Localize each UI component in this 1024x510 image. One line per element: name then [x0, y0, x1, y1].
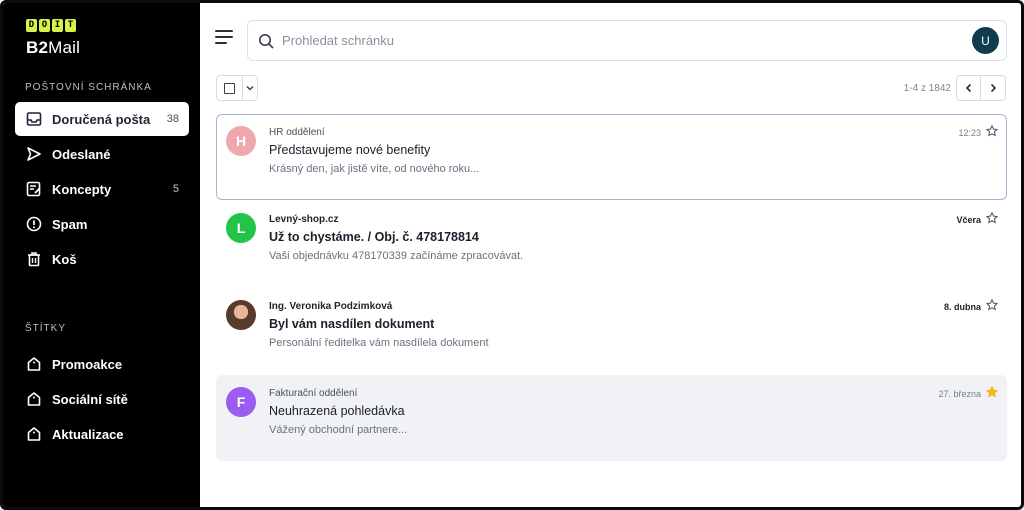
- labels-section-title: ŠTÍTKY: [25, 323, 67, 334]
- app-name-bold: B2: [26, 38, 49, 57]
- pagination-info: 1-4 z 1842: [903, 83, 951, 94]
- prev-page-button[interactable]: [957, 76, 981, 100]
- mail-subject: Byl vám nasdílen dokument: [269, 317, 435, 331]
- mail-subject: Neuhrazená pohledávka: [269, 404, 405, 418]
- pagination-controls: [956, 75, 1006, 101]
- hamburger-menu-icon[interactable]: [215, 30, 233, 46]
- star-icon[interactable]: [986, 299, 998, 311]
- brand-logo-badge: D O I T: [26, 19, 200, 32]
- mail-sender: Fakturační oddělení: [269, 388, 358, 399]
- app-name: B2Mail: [26, 38, 200, 58]
- user-avatar[interactable]: U: [972, 27, 999, 54]
- mail-item[interactable]: H HR oddělení Představujeme nové benefit…: [216, 114, 1007, 200]
- next-page-button[interactable]: [981, 76, 1005, 100]
- mail-subject: Už to chystáme. / Obj. č. 478178814: [269, 230, 479, 244]
- sidebar-item-drafts[interactable]: Koncepty 5: [15, 172, 189, 206]
- draft-icon: [25, 180, 43, 198]
- logo-letter: O: [39, 19, 50, 32]
- sender-avatar: L: [226, 213, 256, 243]
- labels-nav: Promoakce Sociální sítě Aktualizace: [3, 347, 200, 452]
- sidebar-label-text: Aktualizace: [52, 426, 124, 442]
- mail-sender: Ing. Veronika Podzimková: [269, 301, 393, 312]
- spam-icon: [25, 215, 43, 233]
- chevron-right-icon: [990, 83, 997, 93]
- main-content: U 1-4 z 1842 H HR oddělení Představujeme…: [200, 3, 1021, 507]
- sender-avatar: H: [226, 126, 256, 156]
- chevron-down-icon[interactable]: [243, 83, 257, 93]
- sidebar-item-inbox[interactable]: Doručená pošta 38: [15, 102, 189, 136]
- inbox-icon: [25, 110, 43, 128]
- mail-sender: HR oddělení: [269, 127, 325, 138]
- chevron-left-icon: [965, 83, 971, 93]
- tag-icon: [25, 355, 43, 373]
- mail-preview: Personální ředitelka vám nasdílela dokum…: [269, 337, 489, 349]
- sender-avatar: F: [226, 387, 256, 417]
- logo-letter: I: [52, 19, 63, 32]
- sidebar-label-promo[interactable]: Promoakce: [15, 347, 189, 381]
- mail-item[interactable]: Ing. Veronika Podzimková Byl vám nasdíle…: [216, 288, 1007, 374]
- mail-preview: Krásný den, jak jistě víte, od nového ro…: [269, 163, 480, 175]
- logo-letter: T: [65, 19, 76, 32]
- logo-letter: D: [26, 19, 37, 32]
- sidebar-label-text: Sociální sítě: [52, 391, 128, 407]
- mail-time: Včera: [956, 215, 981, 225]
- sidebar-item-label: Koš: [52, 251, 77, 267]
- app-window: D O I T B2Mail POŠTOVNÍ SCHRÁNKA Doručen…: [0, 0, 1024, 510]
- sidebar-item-label: Spam: [52, 216, 88, 232]
- search-input[interactable]: [282, 33, 972, 48]
- sidebar-item-sent[interactable]: Odeslané: [15, 137, 189, 171]
- sidebar-label-updates[interactable]: Aktualizace: [15, 417, 189, 451]
- star-icon[interactable]: [986, 212, 998, 224]
- star-filled-icon[interactable]: [986, 386, 998, 398]
- mail-sender: Levný-shop.cz: [269, 214, 339, 225]
- sidebar-label-text: Promoakce: [52, 356, 123, 372]
- sidebar-item-trash[interactable]: Koš: [15, 242, 189, 276]
- sidebar-item-label: Doručená pošta: [52, 111, 151, 127]
- tag-icon: [25, 425, 43, 443]
- star-icon[interactable]: [986, 125, 998, 137]
- send-icon: [25, 145, 43, 163]
- trash-icon: [25, 250, 43, 268]
- mail-list: H HR oddělení Představujeme nové benefit…: [216, 114, 1007, 462]
- sidebar-item-spam[interactable]: Spam: [15, 207, 189, 241]
- search-bar: U: [247, 20, 1007, 61]
- sidebar: D O I T B2Mail POŠTOVNÍ SCHRÁNKA Doručen…: [3, 3, 200, 507]
- search-icon: [259, 33, 274, 48]
- mailbox-nav: Doručená pošta 38 Odeslané Koncepty 5 Sp…: [3, 102, 200, 276]
- sidebar-item-label: Koncepty: [52, 181, 112, 197]
- sender-avatar-photo: [226, 300, 256, 330]
- sidebar-label-social[interactable]: Sociální sítě: [15, 382, 189, 416]
- unread-count: 38: [166, 113, 179, 125]
- app-name-light: Mail: [48, 38, 81, 57]
- mail-preview: Vaši objednávku 478170339 začínáme zprac…: [269, 250, 524, 262]
- mail-time: 27. března: [938, 389, 981, 399]
- sidebar-item-label: Odeslané: [52, 146, 111, 162]
- mail-item[interactable]: F Fakturační oddělení Neuhrazená pohledá…: [216, 375, 1007, 461]
- mail-subject: Představujeme nové benefity: [269, 143, 431, 157]
- mail-time: 8. dubna: [943, 302, 981, 312]
- select-all-checkbox[interactable]: [217, 76, 243, 100]
- mail-preview: Vážený obchodní partnere...: [269, 424, 408, 436]
- mail-time: 12:23: [958, 128, 981, 138]
- bulk-select: [216, 75, 258, 101]
- tag-icon: [25, 390, 43, 408]
- item-count: 5: [172, 183, 179, 195]
- mailbox-section-title: POŠTOVNÍ SCHRÁNKA: [25, 82, 152, 93]
- mail-item[interactable]: L Levný-shop.cz Už to chystáme. / Obj. č…: [216, 201, 1007, 287]
